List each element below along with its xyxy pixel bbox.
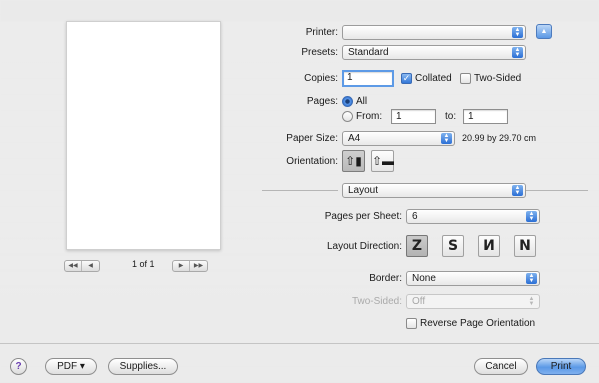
pages-from-label: From:	[356, 111, 383, 122]
paper-size-value: A4	[348, 133, 361, 144]
paper-size-popup[interactable]: A4 ▲ ▼	[342, 131, 455, 146]
previous-page-button[interactable]: ◀	[82, 261, 99, 271]
two-sided-layout-value: Off	[412, 296, 426, 307]
pages-label: Pages:	[306, 96, 338, 107]
pages-to-label: to:	[445, 111, 457, 122]
portrait-icon: ⇧▮	[345, 154, 362, 168]
orientation-label: Orientation:	[286, 156, 338, 167]
page-indicator: 1 of 1	[132, 259, 155, 269]
reverse-orientation-checkbox[interactable]	[406, 318, 417, 329]
popup-arrows-icon: ▲ ▼	[512, 185, 523, 196]
pages-per-sheet-label: Pages per Sheet:	[324, 211, 402, 222]
portrait-orientation-button[interactable]: ⇧▮	[342, 150, 365, 172]
layout-direction-n-button[interactable]: N	[514, 235, 536, 257]
first-page-button[interactable]: ◀◀	[65, 261, 82, 271]
pdf-menu-button[interactable]: PDF ▾	[45, 358, 97, 375]
border-label: Border:	[369, 273, 402, 284]
two-sided-checkbox[interactable]	[460, 73, 471, 84]
two-sided-layout-label: Two-Sided:	[351, 296, 402, 307]
two-sided-layout-popup: Off ▲ ▼	[406, 294, 540, 309]
popup-arrows-icon: ▲ ▼	[512, 47, 523, 58]
border-value: None	[412, 273, 436, 284]
pages-from-radio[interactable]	[342, 111, 353, 122]
paper-size-label: Paper Size:	[286, 133, 338, 144]
page-preview	[66, 21, 221, 250]
pages-per-sheet-value: 6	[412, 211, 418, 222]
pages-all-radio[interactable]	[342, 96, 353, 107]
popup-arrows-icon: ▲ ▼	[512, 27, 523, 38]
printer-popup[interactable]: ▲ ▼	[342, 25, 526, 40]
presets-label: Presets:	[301, 47, 338, 58]
preview-nav-back-group: ◀◀ ◀	[64, 260, 100, 272]
popup-arrows-icon: ▲ ▼	[526, 211, 537, 222]
two-sided-label: Two-Sided	[474, 73, 522, 84]
expand-dialog-button[interactable]: ▲	[536, 24, 552, 39]
pages-to-field[interactable]: 1	[463, 109, 508, 124]
preview-nav-forward-group: ▶ ▶▶	[172, 260, 208, 272]
cancel-button[interactable]: Cancel	[474, 358, 528, 375]
help-button[interactable]: ?	[10, 358, 27, 375]
layout-direction-reverse-n-button[interactable]: И	[478, 235, 500, 257]
layout-direction-s-button[interactable]: S	[442, 235, 464, 257]
presets-value: Standard	[348, 47, 389, 58]
popup-arrows-icon: ▲ ▼	[526, 273, 537, 284]
reverse-orientation-label: Reverse Page Orientation	[420, 318, 536, 329]
layout-direction-label: Layout Direction:	[326, 241, 402, 252]
print-button[interactable]: Print	[536, 358, 586, 375]
last-page-button[interactable]: ▶▶	[190, 261, 207, 271]
footer-separator	[0, 343, 599, 344]
pages-from-field[interactable]: 1	[391, 109, 436, 124]
section-separator-right	[526, 190, 588, 191]
next-page-button[interactable]: ▶	[173, 261, 190, 271]
print-dialog: ◀◀ ◀ 1 of 1 ▶ ▶▶ Printer: ▲ ▼ ▲ Presets: …	[0, 0, 599, 383]
pages-all-label: All	[356, 96, 368, 107]
landscape-orientation-button[interactable]: ⇧▬	[371, 150, 394, 172]
paper-dimensions: 20.99 by 29.70 cm	[462, 133, 537, 143]
presets-popup[interactable]: Standard ▲ ▼	[342, 45, 526, 60]
popup-arrows-icon: ▲ ▼	[528, 295, 535, 307]
printer-label: Printer:	[305, 27, 338, 38]
collated-label: Collated	[415, 73, 452, 84]
landscape-icon: ⇧▬	[372, 154, 395, 168]
section-popup[interactable]: Layout ▲ ▼	[342, 183, 526, 198]
popup-arrows-icon: ▲ ▼	[441, 133, 452, 144]
collated-checkbox[interactable]: ✓	[401, 73, 412, 84]
pages-per-sheet-popup[interactable]: 6 ▲ ▼	[406, 209, 540, 224]
border-popup[interactable]: None ▲ ▼	[406, 271, 540, 286]
supplies-button[interactable]: Supplies...	[108, 358, 178, 375]
layout-direction-z-button[interactable]: Z	[406, 235, 428, 257]
section-value: Layout	[348, 185, 379, 196]
copies-label: Copies:	[304, 73, 338, 84]
copies-field[interactable]: 1	[342, 70, 394, 87]
section-separator-left	[262, 190, 338, 191]
